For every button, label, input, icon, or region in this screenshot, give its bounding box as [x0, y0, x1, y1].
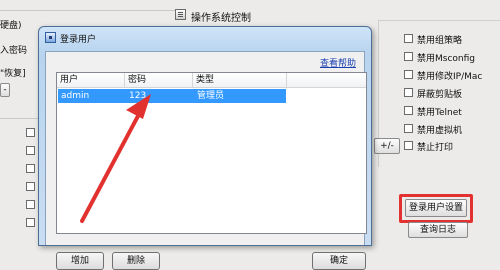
- ok-button[interactable]: 确定: [312, 252, 366, 270]
- annotation-arrow: [80, 94, 151, 223]
- delete-button[interactable]: 删除: [112, 252, 160, 270]
- arrow-shape: [80, 94, 151, 223]
- add-button[interactable]: 增加: [56, 252, 104, 270]
